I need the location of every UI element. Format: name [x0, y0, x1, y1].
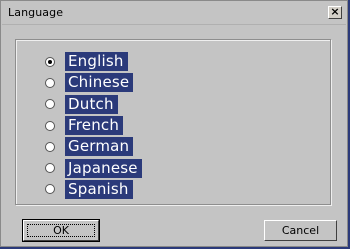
language-label-chinese[interactable]: Chinese — [65, 73, 134, 93]
cancel-button-label: Cancel — [281, 224, 320, 237]
language-option-japanese[interactable]: Japanese — [45, 157, 142, 178]
radio-button-chinese[interactable] — [45, 77, 55, 88]
close-icon: × — [330, 5, 340, 18]
cancel-button[interactable]: Cancel — [264, 220, 337, 241]
language-option-english[interactable]: English — [45, 51, 142, 72]
language-option-dutch[interactable]: Dutch — [45, 94, 142, 115]
language-radio-list: English Chinese Dutch French German Japa… — [45, 51, 142, 200]
language-label-german[interactable]: German — [65, 137, 134, 157]
language-dialog: Language × English Chinese Dutch French … — [0, 0, 348, 247]
radio-button-japanese[interactable] — [45, 163, 55, 174]
language-label-dutch[interactable]: Dutch — [65, 94, 118, 114]
ok-button[interactable]: OK — [22, 219, 100, 242]
language-option-chinese[interactable]: Chinese — [45, 72, 142, 93]
language-option-french[interactable]: French — [45, 115, 142, 136]
language-option-german[interactable]: German — [45, 136, 142, 157]
language-label-english[interactable]: English — [65, 52, 128, 72]
radio-button-german[interactable] — [45, 141, 55, 152]
language-label-japanese[interactable]: Japanese — [65, 158, 142, 178]
close-button[interactable]: × — [328, 6, 342, 19]
radio-button-dutch[interactable] — [45, 99, 55, 110]
radio-button-french[interactable] — [45, 120, 55, 131]
title-bar: Language × — [2, 2, 346, 25]
language-label-french[interactable]: French — [65, 116, 124, 136]
focus-rectangle — [27, 224, 95, 237]
radio-button-english[interactable] — [45, 56, 55, 67]
language-label-spanish[interactable]: Spanish — [65, 179, 133, 199]
language-option-spanish[interactable]: Spanish — [45, 179, 142, 200]
window-title: Language — [8, 6, 64, 19]
radio-button-spanish[interactable] — [45, 184, 55, 195]
